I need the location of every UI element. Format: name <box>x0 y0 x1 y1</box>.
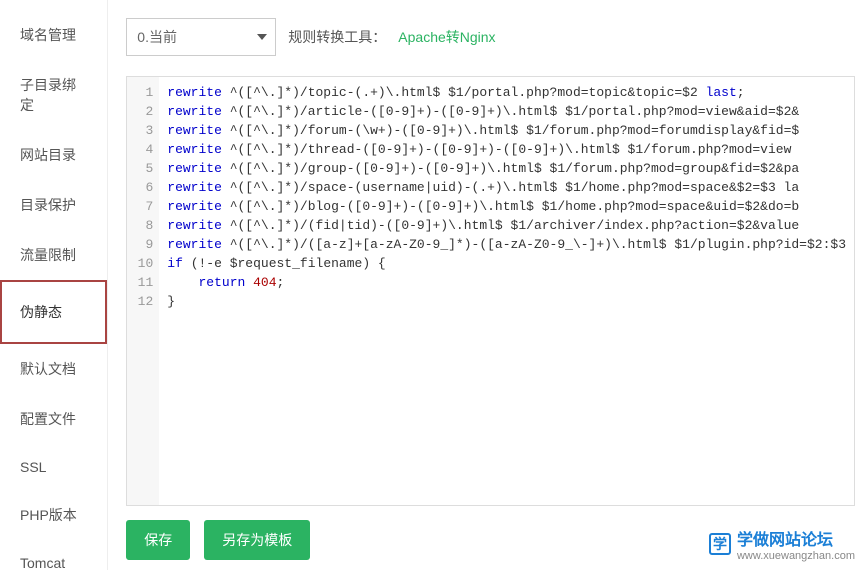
sidebar-item-traffic[interactable]: 流量限制 <box>0 230 107 280</box>
chevron-down-icon <box>257 34 267 40</box>
save-button[interactable]: 保存 <box>126 520 190 560</box>
sidebar-item-rewrite[interactable]: 伪静态 <box>0 280 107 344</box>
sidebar: 域名管理 子目录绑定 网站目录 目录保护 流量限制 伪静态 默认文档 配置文件 … <box>0 0 108 570</box>
sidebar-item-php[interactable]: PHP版本 <box>0 490 107 540</box>
toolbar: 0.当前 规则转换工具： Apache转Nginx <box>126 18 855 56</box>
watermark: 学 学做网站论坛 www.xuewangzhan.com <box>709 526 855 562</box>
sidebar-item-defaultdoc[interactable]: 默认文档 <box>0 344 107 394</box>
watermark-url: www.xuewangzhan.com <box>737 550 855 562</box>
code-editor[interactable]: 123456789101112 rewrite ^([^\.]*)/topic-… <box>126 76 855 506</box>
sidebar-item-subdir[interactable]: 子目录绑定 <box>0 60 107 130</box>
code-content[interactable]: rewrite ^([^\.]*)/topic-(.+)\.html$ $1/p… <box>159 77 854 505</box>
watermark-title: 学做网站论坛 <box>737 526 855 550</box>
select-value: 0.当前 <box>137 27 177 47</box>
sidebar-item-ssl[interactable]: SSL <box>0 444 107 490</box>
sidebar-item-config[interactable]: 配置文件 <box>0 394 107 444</box>
template-select[interactable]: 0.当前 <box>126 18 276 56</box>
main-panel: 0.当前 规则转换工具： Apache转Nginx 12345678910111… <box>108 0 865 570</box>
sidebar-item-sitedir[interactable]: 网站目录 <box>0 130 107 180</box>
apache-to-nginx-link[interactable]: Apache转Nginx <box>398 27 495 47</box>
tool-label: 规则转换工具： <box>288 27 386 47</box>
line-gutter: 123456789101112 <box>127 77 159 505</box>
save-as-template-button[interactable]: 另存为模板 <box>204 520 310 560</box>
sidebar-item-dirprotect[interactable]: 目录保护 <box>0 180 107 230</box>
sidebar-item-tomcat[interactable]: Tomcat <box>0 540 107 586</box>
watermark-badge: 学 <box>709 533 731 555</box>
sidebar-item-domain[interactable]: 域名管理 <box>0 10 107 60</box>
